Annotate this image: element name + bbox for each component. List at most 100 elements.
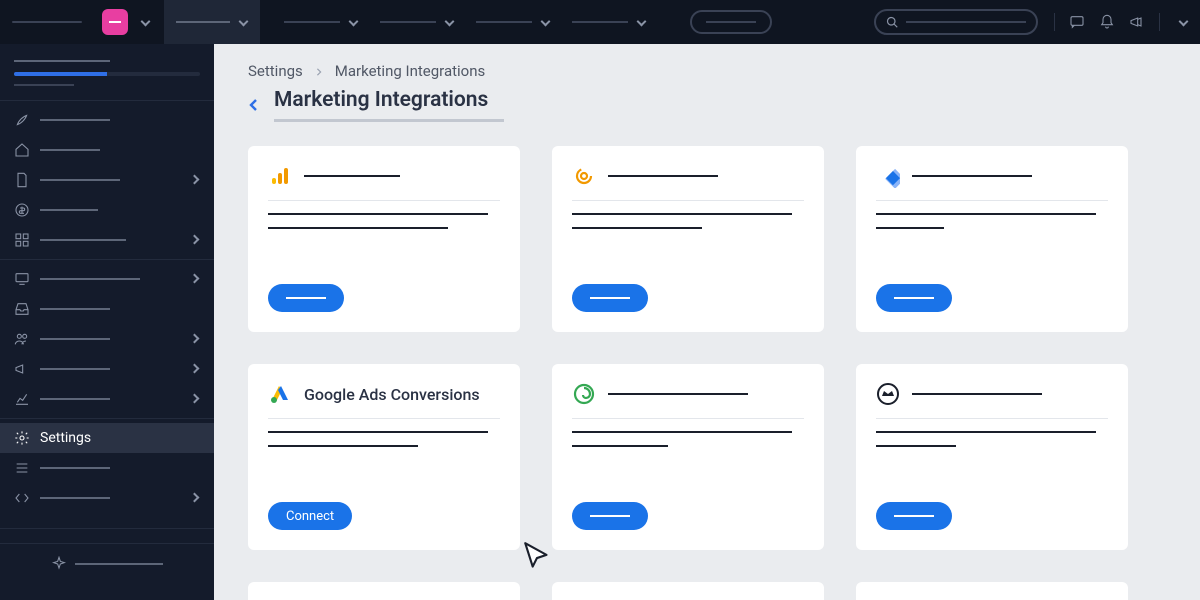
integration-card (856, 364, 1128, 550)
top-menu-item[interactable] (572, 17, 646, 27)
card-title (608, 393, 748, 395)
search-icon (886, 16, 898, 28)
list-icon (14, 460, 30, 476)
sidebar-item[interactable] (0, 264, 214, 294)
sidebar-item[interactable] (0, 105, 214, 135)
apps-icon (14, 232, 30, 248)
chevron-right-icon (190, 364, 200, 374)
breadcrumb: Settings Marketing Integrations (248, 62, 1160, 80)
dollar-icon (14, 202, 30, 218)
back-button[interactable] (248, 96, 260, 115)
chevron-right-icon (190, 334, 200, 344)
user-menu[interactable] (1174, 17, 1188, 27)
workspace-badge[interactable] (102, 9, 128, 35)
chevron-down-icon[interactable] (140, 17, 150, 27)
search-placeholder (906, 21, 1026, 23)
integrations-grid: Google Ads Conversions Connect (248, 146, 1160, 600)
integration-card (856, 146, 1128, 332)
sidebar-item[interactable] (0, 324, 214, 354)
spinner-icon (572, 164, 596, 188)
sidebar-item-settings[interactable]: Settings (0, 423, 214, 453)
connect-button[interactable] (572, 502, 648, 530)
top-cta-pill[interactable] (690, 10, 772, 34)
top-left (12, 0, 772, 44)
chevron-down-icon (636, 17, 646, 27)
page-title: Marketing Integrations (274, 88, 488, 122)
bell-icon[interactable] (1099, 14, 1115, 30)
card-title: Google Ads Conversions (304, 385, 480, 404)
integration-card (856, 582, 1128, 600)
file-icon (14, 172, 30, 188)
connect-button[interactable] (876, 284, 952, 312)
sidebar-item[interactable] (0, 354, 214, 384)
monitor-icon (14, 271, 30, 287)
chevron-down-icon[interactable] (238, 17, 248, 27)
sidebar-subtext (0, 84, 214, 96)
sidebar-item[interactable] (0, 384, 214, 414)
card-title (304, 175, 400, 177)
sidebar-item[interactable] (0, 294, 214, 324)
integration-card (552, 582, 824, 600)
integration-card (248, 582, 520, 600)
megaphone-icon[interactable] (1129, 14, 1145, 30)
chevron-right-icon (190, 235, 200, 245)
active-project-tab[interactable] (164, 0, 260, 44)
sparkle-icon (51, 556, 67, 572)
sidebar-footer (0, 528, 214, 600)
chevron-down-icon (348, 17, 358, 27)
search-input[interactable] (874, 9, 1038, 35)
chevron-right-icon (190, 175, 200, 185)
divider (1159, 13, 1160, 31)
crown-icon (876, 382, 900, 406)
chevron-right-icon (190, 274, 200, 284)
chevron-right-icon (190, 493, 200, 503)
gear-icon (14, 430, 30, 446)
chat-icon[interactable] (1069, 14, 1085, 30)
integration-card-google-ads: Google Ads Conversions Connect (248, 364, 520, 550)
card-title (912, 175, 1032, 177)
spiral-icon (572, 382, 596, 406)
project-name (176, 21, 230, 23)
chevron-down-icon (1178, 17, 1188, 27)
top-bar (0, 0, 1200, 44)
chevron-down-icon (444, 17, 454, 27)
integration-card (248, 146, 520, 332)
sidebar-settings-label: Settings (40, 430, 91, 446)
top-menu-item[interactable] (380, 17, 454, 27)
main-content: Settings Marketing Integrations Marketin… (214, 44, 1200, 600)
chevron-right-icon (190, 394, 200, 404)
chevron-right-icon (315, 62, 323, 80)
sidebar-item[interactable] (0, 453, 214, 483)
google-tag-manager-icon (876, 164, 900, 188)
sidebar-footer-item[interactable] (0, 548, 214, 580)
connect-button[interactable]: Connect (268, 502, 352, 530)
progress-bar (14, 72, 200, 76)
google-ads-icon (268, 382, 292, 406)
inbox-icon (14, 301, 30, 317)
sidebar-item[interactable] (0, 483, 214, 513)
connect-button[interactable] (572, 284, 648, 312)
sidebar-item[interactable] (0, 135, 214, 165)
card-title (912, 393, 1042, 395)
home-icon (14, 142, 30, 158)
rocket-icon (14, 112, 30, 128)
integration-card (552, 364, 824, 550)
megaphone-icon (14, 361, 30, 377)
divider (1054, 13, 1055, 31)
sidebar-item[interactable] (0, 165, 214, 195)
connect-button[interactable] (268, 284, 344, 312)
chevron-down-icon (540, 17, 550, 27)
breadcrumb-root[interactable]: Settings (248, 62, 303, 80)
page-title-row: Marketing Integrations (248, 88, 1160, 122)
chart-icon (14, 391, 30, 407)
top-menu-item[interactable] (476, 17, 550, 27)
top-menu (284, 10, 772, 34)
top-icons (1054, 13, 1160, 31)
integration-card (552, 146, 824, 332)
sidebar-item[interactable] (0, 225, 214, 255)
top-menu-item[interactable] (284, 17, 358, 27)
brand-wordmark (12, 21, 82, 23)
connect-button[interactable] (876, 502, 952, 530)
google-analytics-icon (268, 164, 292, 188)
sidebar-item[interactable] (0, 195, 214, 225)
